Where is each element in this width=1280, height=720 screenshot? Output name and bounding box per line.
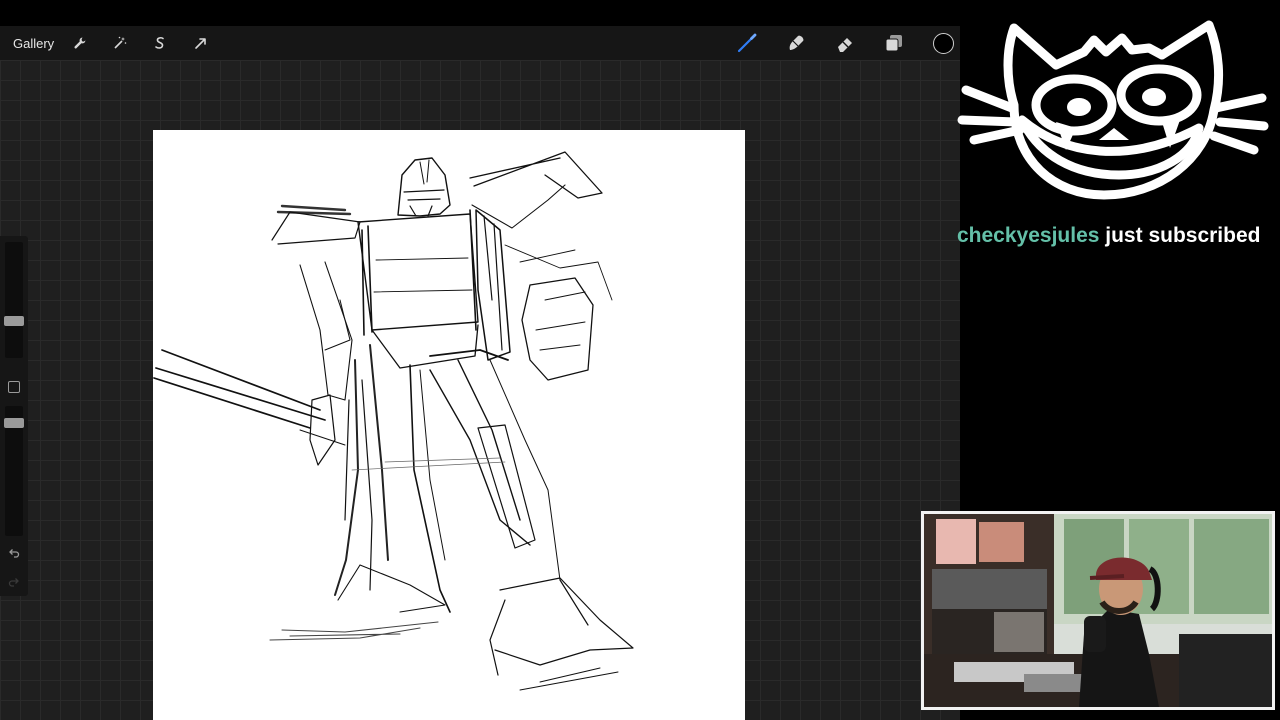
brush-size-slider[interactable] [5, 242, 23, 358]
procreate-app: Gallery [0, 0, 960, 720]
top-toolbar: Gallery [0, 26, 960, 60]
webcam-feed [921, 511, 1275, 710]
subscriber-alert: checkyesjules just subscribed [957, 224, 1260, 248]
transform-arrow-icon[interactable] [191, 33, 211, 53]
robot-sketch [153, 151, 634, 691]
cat-face-logo [944, 10, 1274, 210]
selection-icon[interactable] [150, 33, 170, 53]
opacity-thumb[interactable] [4, 418, 24, 428]
eraser-icon[interactable] [834, 32, 856, 54]
layers-icon[interactable] [883, 32, 905, 54]
smudge-icon[interactable] [785, 32, 807, 54]
modify-button[interactable] [8, 381, 20, 393]
gallery-button[interactable]: Gallery [13, 36, 54, 51]
brush-size-thumb[interactable] [4, 316, 24, 326]
magic-wand-icon[interactable] [110, 33, 130, 53]
alert-message: just subscribed [1099, 224, 1261, 247]
drawing-canvas[interactable] [153, 130, 745, 720]
left-sidebar [0, 236, 28, 596]
brush-icon[interactable] [736, 32, 758, 54]
alert-username: checkyesjules [957, 224, 1100, 247]
redo-icon[interactable] [7, 576, 21, 590]
undo-icon[interactable] [7, 547, 21, 561]
wrench-icon[interactable] [70, 33, 90, 53]
